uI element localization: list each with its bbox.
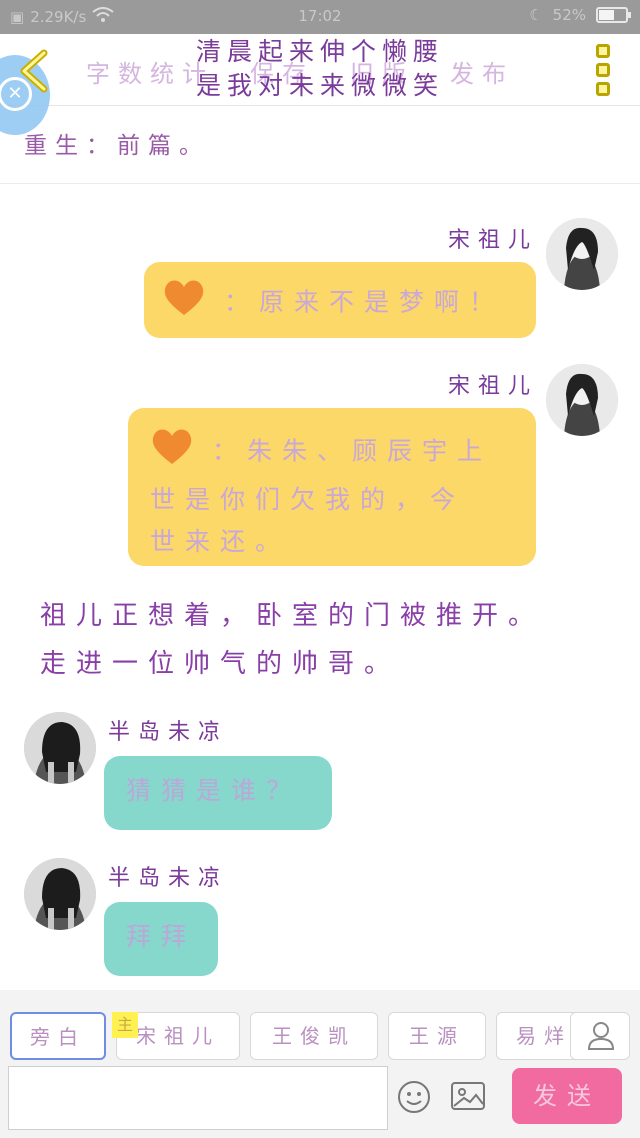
decorative-overlay-text: 清晨起来伸个懒腰 是我对未来微微笑 xyxy=(195,37,444,100)
heart-icon xyxy=(162,277,206,330)
user-icon xyxy=(587,1022,615,1050)
smiley-icon xyxy=(398,1081,430,1113)
chapter-title[interactable]: 重生：前篇。 xyxy=(24,126,210,160)
message-bubble[interactable]: 拜拜 xyxy=(104,902,218,976)
message-input[interactable] xyxy=(8,1066,388,1130)
sender-name: 半岛未凉 xyxy=(108,866,229,891)
avatar[interactable] xyxy=(546,364,618,436)
emoji-button[interactable] xyxy=(397,1080,431,1114)
sender-name: 宋祖儿 xyxy=(448,374,539,399)
avatar[interactable] xyxy=(546,218,618,290)
message-bubble[interactable]: 猜猜是谁？ xyxy=(104,756,332,830)
image-icon xyxy=(451,1082,485,1110)
divider xyxy=(0,183,640,184)
chevron-left-icon xyxy=(20,49,48,93)
battery-icon xyxy=(596,7,631,23)
more-options-button[interactable] xyxy=(596,44,616,96)
main-character-badge: 主 xyxy=(112,1012,138,1038)
send-button[interactable]: 发送 xyxy=(512,1068,622,1124)
role-tab-wang-yuan[interactable]: 王源 xyxy=(388,1012,486,1060)
battery-percent: 52% xyxy=(552,6,586,24)
role-tab-wang-junkai[interactable]: 王俊凯 xyxy=(250,1012,378,1060)
back-button[interactable] xyxy=(14,47,54,95)
heart-icon xyxy=(150,426,194,479)
message-bubble[interactable]: ：原来不是梦啊！ xyxy=(144,262,536,338)
image-button[interactable] xyxy=(450,1080,486,1112)
add-role-button[interactable] xyxy=(570,1012,630,1060)
avatar[interactable] xyxy=(24,712,96,784)
status-bar: ▣ 2.29K/s 17:02 ☾ 52% xyxy=(0,0,640,34)
sender-name: 宋祖儿 xyxy=(448,228,539,253)
avatar[interactable] xyxy=(24,858,96,930)
role-tab-narrator[interactable]: 旁白 xyxy=(10,1012,106,1060)
moon-icon: ☾ xyxy=(529,6,543,24)
narration-text[interactable]: 祖儿正想着，卧室的门被推开。 走进一位帅气的帅哥。 xyxy=(40,592,560,688)
sender-name: 半岛未凉 xyxy=(108,720,229,745)
message-bubble[interactable]: ：朱朱、顾辰宇上 世是你们欠我的，今 世来还。 xyxy=(128,408,536,566)
